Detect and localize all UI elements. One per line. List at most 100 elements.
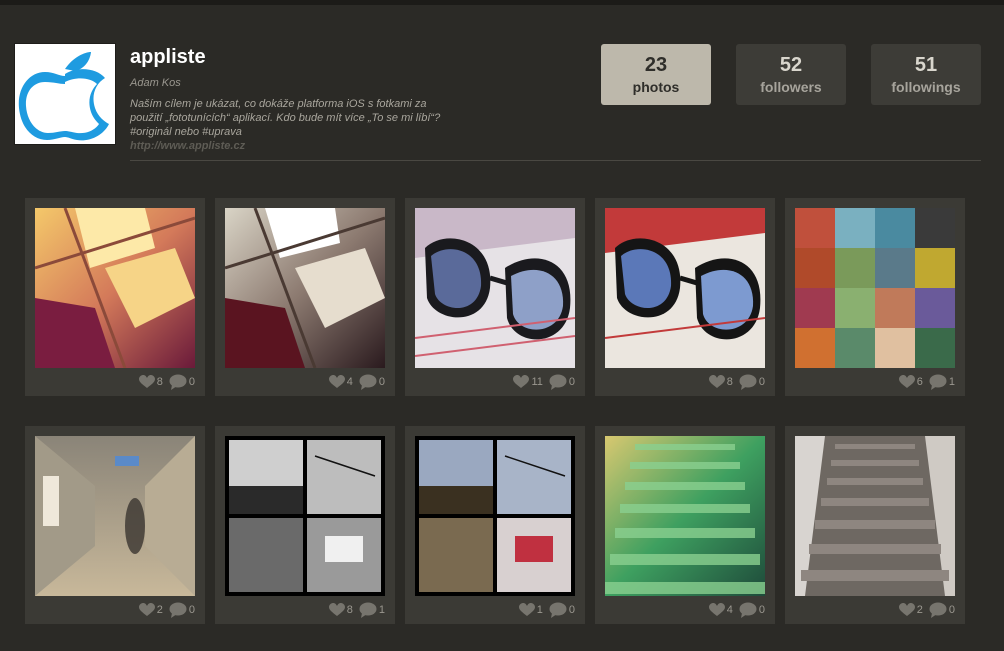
photo-thumbnail[interactable] bbox=[35, 208, 195, 368]
heart-icon bbox=[138, 603, 155, 617]
photo-thumbnail[interactable] bbox=[35, 436, 195, 596]
corridor-photo bbox=[35, 436, 195, 596]
comment-count: 0 bbox=[948, 604, 955, 616]
comment-button[interactable]: 0 bbox=[549, 374, 575, 390]
bio-line: Naším cílem je ukázat, co dokáže platfor… bbox=[130, 98, 427, 110]
photo-thumbnail[interactable] bbox=[225, 436, 385, 596]
heart-icon bbox=[328, 375, 345, 389]
bio-line: #originál nebo #uprava bbox=[130, 126, 242, 138]
comment-icon bbox=[359, 374, 377, 390]
profile-username[interactable]: appliste bbox=[130, 46, 206, 69]
comment-button[interactable]: 0 bbox=[739, 602, 765, 618]
photo-card[interactable]: 6 1 bbox=[785, 198, 965, 396]
photo-thumbnail[interactable] bbox=[795, 208, 955, 368]
sunglasses-photo bbox=[415, 208, 575, 368]
comment-icon bbox=[929, 374, 947, 390]
photo-thumbnail[interactable] bbox=[225, 208, 385, 368]
like-count: 2 bbox=[916, 604, 923, 616]
profile-real-name: Adam Kos bbox=[130, 77, 181, 89]
like-button[interactable]: 8 bbox=[328, 603, 353, 617]
comment-icon bbox=[739, 602, 757, 618]
photo-card[interactable]: 4 0 bbox=[215, 198, 395, 396]
stat-followers-label: followers bbox=[760, 79, 822, 95]
train-window-photo bbox=[225, 208, 385, 368]
heart-icon bbox=[328, 603, 345, 617]
comment-icon bbox=[739, 374, 757, 390]
stat-followings-label: followings bbox=[891, 79, 961, 95]
photo-thumbnail[interactable] bbox=[605, 208, 765, 368]
like-count: 1 bbox=[536, 604, 543, 616]
comment-icon bbox=[929, 602, 947, 618]
stat-followings-count: 51 bbox=[914, 54, 938, 76]
photo-card[interactable]: 2 0 bbox=[785, 426, 965, 624]
comment-button[interactable]: 0 bbox=[739, 374, 765, 390]
photo-meta: 2 0 bbox=[138, 602, 195, 618]
profile-website-link[interactable]: http://www.appliste.cz bbox=[130, 140, 245, 152]
like-button[interactable]: 8 bbox=[708, 375, 733, 389]
heart-icon bbox=[898, 603, 915, 617]
comment-count: 1 bbox=[378, 604, 385, 616]
photo-meta: 1 0 bbox=[518, 602, 575, 618]
comment-button[interactable]: 1 bbox=[359, 602, 385, 618]
comment-button[interactable]: 0 bbox=[359, 374, 385, 390]
photo-card[interactable]: 4 0 bbox=[595, 426, 775, 624]
photo-card[interactable]: 11 0 bbox=[405, 198, 585, 396]
stat-followings-button[interactable]: 51 followings bbox=[871, 44, 981, 105]
comment-count: 0 bbox=[568, 376, 575, 388]
stat-followers-count: 52 bbox=[779, 54, 803, 76]
comment-icon bbox=[169, 374, 187, 390]
photo-thumbnail[interactable] bbox=[415, 208, 575, 368]
comment-count: 0 bbox=[758, 604, 765, 616]
comment-button[interactable]: 0 bbox=[549, 602, 575, 618]
comment-icon bbox=[359, 602, 377, 618]
like-count: 6 bbox=[916, 376, 923, 388]
sunglasses-photo bbox=[605, 208, 765, 368]
photo-card[interactable]: 8 1 bbox=[215, 426, 395, 624]
top-bar bbox=[0, 0, 1004, 5]
profile-bio: Naším cílem je ukázat, co dokáže platfor… bbox=[130, 97, 460, 139]
photo-card[interactable]: 1 0 bbox=[405, 426, 585, 624]
comment-count: 0 bbox=[378, 376, 385, 388]
comment-count: 0 bbox=[758, 376, 765, 388]
heart-icon bbox=[513, 375, 530, 389]
comment-icon bbox=[549, 602, 567, 618]
photo-thumbnail[interactable] bbox=[795, 436, 955, 596]
like-count: 2 bbox=[156, 604, 163, 616]
like-button[interactable]: 2 bbox=[138, 603, 163, 617]
stat-photos-count: 23 bbox=[644, 54, 668, 76]
like-count: 11 bbox=[531, 376, 543, 388]
photo-card[interactable]: 8 0 bbox=[595, 198, 775, 396]
photo-card[interactable]: 2 0 bbox=[25, 426, 205, 624]
photo-meta: 6 1 bbox=[898, 374, 955, 390]
stat-photos-label: photos bbox=[632, 79, 680, 95]
photo-meta: 8 0 bbox=[138, 374, 195, 390]
stat-photos-button[interactable]: 23 photos bbox=[601, 44, 711, 105]
like-button[interactable]: 2 bbox=[898, 603, 923, 617]
comment-icon bbox=[169, 602, 187, 618]
like-button[interactable]: 1 bbox=[518, 603, 543, 617]
profile-avatar[interactable] bbox=[15, 44, 115, 144]
comment-button[interactable]: 0 bbox=[169, 602, 195, 618]
bio-line: použití „fototunících“ aplikací. Kdo bud… bbox=[130, 112, 441, 124]
like-button[interactable]: 8 bbox=[138, 375, 163, 389]
photo-meta: 4 0 bbox=[708, 602, 765, 618]
header-divider bbox=[130, 160, 981, 161]
photo-thumbnail[interactable] bbox=[415, 436, 575, 596]
heart-icon bbox=[708, 375, 725, 389]
photo-meta: 4 0 bbox=[328, 374, 385, 390]
green-stairs-photo bbox=[605, 436, 765, 596]
comment-button[interactable]: 0 bbox=[169, 374, 195, 390]
gray-stairs-photo bbox=[795, 436, 955, 596]
comment-button[interactable]: 1 bbox=[929, 374, 955, 390]
like-button[interactable]: 6 bbox=[898, 375, 923, 389]
photo-thumbnail[interactable] bbox=[605, 436, 765, 596]
comment-count: 0 bbox=[188, 376, 195, 388]
comment-button[interactable]: 0 bbox=[929, 602, 955, 618]
bw-collage-photo bbox=[225, 436, 385, 596]
photo-card[interactable]: 8 0 bbox=[25, 198, 205, 396]
stat-followers-button[interactable]: 52 followers bbox=[736, 44, 846, 105]
like-button[interactable]: 11 bbox=[513, 375, 543, 389]
like-button[interactable]: 4 bbox=[328, 375, 353, 389]
photo-meta: 2 0 bbox=[898, 602, 955, 618]
like-button[interactable]: 4 bbox=[708, 603, 733, 617]
